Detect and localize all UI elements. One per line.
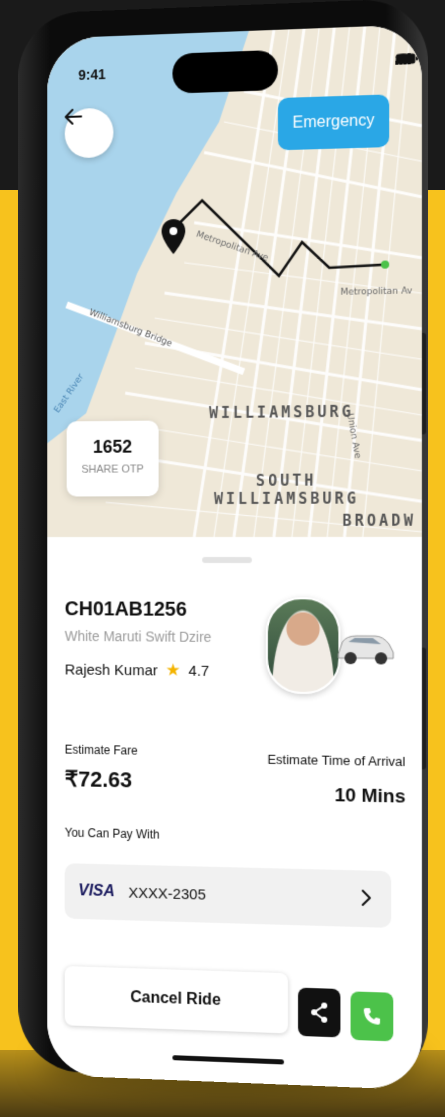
eta-value: 10 Mins — [334, 785, 406, 808]
driver-name: Rajesh Kumar — [64, 661, 158, 679]
driver-info: Rajesh Kumar ★ 4.7 — [65, 660, 210, 681]
share-icon — [309, 1001, 329, 1024]
driver-avatar — [265, 597, 341, 695]
emergency-button[interactable]: Emergency — [277, 94, 390, 151]
eta-label: Estimate Time of Arrival — [267, 751, 406, 770]
battery-icon — [395, 53, 418, 65]
pickup-pin-icon — [161, 218, 186, 255]
phone-frame: Metropolitan Ave Metropolitan Av William… — [18, 0, 429, 1091]
fare-label: Estimate Fare — [64, 742, 138, 758]
map-label-williamsburg: WILLIAMSBURG — [209, 402, 354, 423]
fare-value: ₹72.63 — [64, 766, 133, 793]
share-button[interactable] — [298, 987, 341, 1038]
map-label-broadway: BROADW — [342, 511, 416, 530]
call-button[interactable] — [350, 991, 394, 1042]
payment-label: You Can Pay With — [64, 825, 160, 842]
back-arrow-icon — [65, 109, 83, 125]
home-indicator — [172, 1055, 284, 1065]
ride-details-sheet: CH01AB1256 White Maruti Swift Dzire Raje… — [47, 536, 422, 1091]
vehicle-plate: CH01AB1256 — [64, 598, 187, 621]
otp-label: SHARE OTP — [81, 463, 144, 476]
otp-card[interactable]: 1652 SHARE OTP — [66, 420, 159, 497]
card-number: XXXX-2305 — [128, 884, 206, 904]
map-view[interactable]: Metropolitan Ave Metropolitan Av William… — [47, 24, 422, 538]
vehicle-model: White Maruti Swift Dzire — [64, 627, 212, 645]
dynamic-island — [172, 49, 278, 94]
chevron-right-icon — [361, 889, 373, 908]
map-label-metropolitan-ave: Metropolitan Av — [340, 286, 413, 298]
payment-method-card[interactable]: VISA XXXX-2305 — [64, 863, 392, 928]
status-time: 9:41 — [78, 66, 106, 83]
map-label-south-williamsburg: SOUTH WILLIAMSBURG — [214, 471, 360, 509]
cancel-ride-button[interactable]: Cancel Ride — [64, 965, 288, 1034]
star-icon: ★ — [165, 660, 181, 680]
visa-logo: VISA — [78, 882, 115, 901]
phone-screen: Metropolitan Ave Metropolitan Av William… — [47, 24, 422, 1091]
driver-rating: 4.7 — [188, 662, 210, 680]
sheet-drag-handle[interactable] — [202, 556, 252, 564]
car-icon — [334, 624, 397, 665]
otp-code: 1652 — [92, 436, 133, 457]
phone-icon — [363, 1007, 381, 1025]
